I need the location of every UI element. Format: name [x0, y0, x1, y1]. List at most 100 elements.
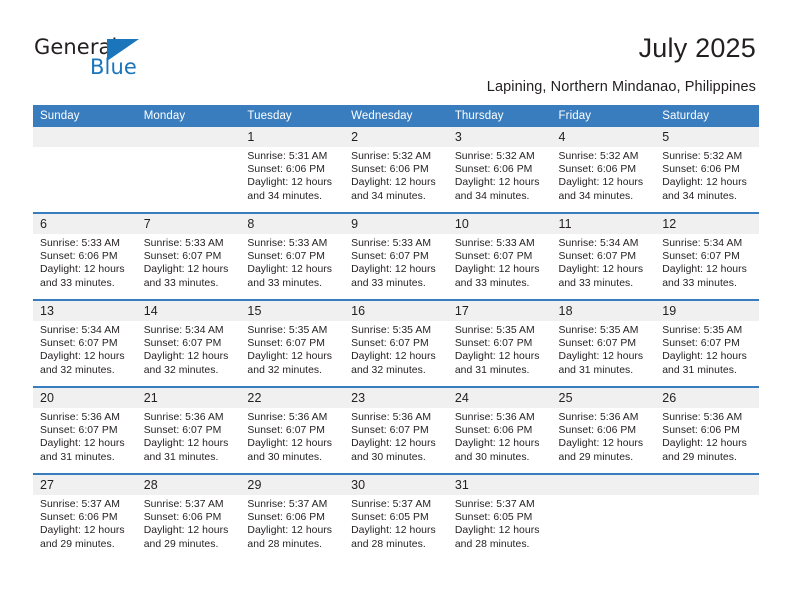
day-number-cell[interactable]: 6 — [33, 212, 137, 234]
day-number-cell[interactable]: 31 — [447, 473, 552, 495]
daylight-text-line1: Daylight: 12 hours — [143, 438, 229, 450]
day-number-cell[interactable]: 18 — [551, 299, 656, 321]
sunrise-text: Sunrise: 5:34 AM — [662, 238, 743, 249]
daylight-text-line2: and 31 minutes. — [40, 451, 115, 463]
daylight-text-line1: Daylight: 12 hours — [454, 264, 540, 276]
day-detail-cell: Sunrise: 5:37 AM Sunset: 6:06 PM Dayligh… — [240, 495, 345, 560]
general-blue-logo[interactable]: General Blue — [34, 36, 164, 82]
daylight-text-line2: and 33 minutes. — [662, 277, 737, 289]
day-detail-cell: Sunrise: 5:32 AM Sunset: 6:06 PM Dayligh… — [551, 147, 656, 213]
sunset-text: Sunset: 6:05 PM — [454, 512, 533, 524]
day-detail-cell: Sunrise: 5:32 AM Sunset: 6:06 PM Dayligh… — [447, 147, 552, 213]
sunrise-text: Sunrise: 5:34 AM — [143, 325, 224, 336]
weekday-header-sunday: Sunday — [33, 105, 137, 127]
sunrise-text: Sunrise: 5:35 AM — [662, 325, 743, 336]
day-number-cell[interactable]: 21 — [136, 386, 241, 408]
daylight-text-line1: Daylight: 12 hours — [454, 177, 540, 189]
day-number-cell[interactable] — [655, 473, 759, 495]
day-number-cell[interactable]: 29 — [240, 473, 345, 495]
day-number-cell[interactable]: 3 — [447, 127, 552, 147]
daylight-text-line1: Daylight: 12 hours — [247, 438, 333, 450]
sunset-text: Sunset: 6:07 PM — [351, 425, 429, 437]
sunrise-text: Sunrise: 5:37 AM — [247, 499, 328, 510]
day-number-cell[interactable]: 4 — [551, 127, 656, 147]
daylight-text-line1: Daylight: 12 hours — [351, 438, 436, 450]
daylight-text-line1: Daylight: 12 hours — [662, 351, 747, 363]
sunrise-text: Sunrise: 5:33 AM — [351, 238, 432, 249]
day-number-cell[interactable]: 14 — [136, 299, 241, 321]
daylight-text-line2: and 32 minutes. — [351, 364, 426, 376]
week-detail-row: Sunrise: 5:33 AM Sunset: 6:06 PM Dayligh… — [33, 234, 759, 300]
day-detail-cell: Sunrise: 5:35 AM Sunset: 6:07 PM Dayligh… — [551, 321, 656, 387]
sunset-text: Sunset: 6:07 PM — [558, 338, 637, 350]
day-number-cell[interactable]: 22 — [240, 386, 345, 408]
daylight-text-line1: Daylight: 12 hours — [662, 177, 747, 189]
day-number-cell[interactable]: 10 — [447, 212, 552, 234]
weekday-header-tuesday: Tuesday — [240, 105, 345, 127]
day-number-cell[interactable]: 19 — [655, 299, 759, 321]
sunset-text: Sunset: 6:05 PM — [351, 512, 429, 524]
daylight-text-line1: Daylight: 12 hours — [454, 351, 540, 363]
day-detail-cell: Sunrise: 5:37 AM Sunset: 6:05 PM Dayligh… — [447, 495, 552, 560]
day-detail-cell: Sunrise: 5:35 AM Sunset: 6:07 PM Dayligh… — [447, 321, 552, 387]
sunset-text: Sunset: 6:06 PM — [40, 512, 118, 524]
day-number-cell[interactable]: 28 — [136, 473, 241, 495]
sunrise-text: Sunrise: 5:35 AM — [247, 325, 328, 336]
day-number-cell[interactable] — [33, 127, 137, 147]
day-number-cell[interactable]: 26 — [655, 386, 759, 408]
day-number-cell[interactable]: 12 — [655, 212, 759, 234]
daylight-text-line1: Daylight: 12 hours — [40, 525, 125, 537]
day-number-cell[interactable]: 7 — [136, 212, 241, 234]
daylight-text-line2: and 32 minutes. — [40, 364, 115, 376]
page-subtitle-location: Lapining, Northern Mindanao, Philippines — [486, 79, 756, 95]
day-number-cell[interactable]: 23 — [344, 386, 448, 408]
day-number-cell[interactable]: 27 — [33, 473, 137, 495]
day-number-cell[interactable]: 20 — [33, 386, 137, 408]
sunset-text: Sunset: 6:07 PM — [662, 251, 740, 263]
day-number-cell[interactable] — [136, 127, 241, 147]
sunrise-text: Sunrise: 5:33 AM — [40, 238, 120, 249]
daylight-text-line1: Daylight: 12 hours — [143, 351, 229, 363]
daylight-text-line1: Daylight: 12 hours — [40, 351, 125, 363]
day-number-cell[interactable]: 24 — [447, 386, 552, 408]
day-number-cell[interactable]: 11 — [551, 212, 656, 234]
sunset-text: Sunset: 6:06 PM — [662, 164, 740, 176]
weekday-header-saturday: Saturday — [655, 105, 759, 127]
sunrise-text: Sunrise: 5:36 AM — [558, 412, 639, 423]
sunrise-text: Sunrise: 5:37 AM — [454, 499, 535, 510]
day-number-cell[interactable]: 1 — [240, 127, 345, 147]
day-number-cell[interactable]: 16 — [344, 299, 448, 321]
sunset-text: Sunset: 6:07 PM — [143, 251, 222, 263]
logo-text-blue: Blue — [90, 55, 137, 79]
day-detail-cell: Sunrise: 5:36 AM Sunset: 6:06 PM Dayligh… — [655, 408, 759, 474]
sunrise-text: Sunrise: 5:36 AM — [143, 412, 224, 423]
day-number-cell[interactable]: 30 — [344, 473, 448, 495]
daylight-text-line1: Daylight: 12 hours — [143, 264, 229, 276]
sunrise-text: Sunrise: 5:35 AM — [558, 325, 639, 336]
daylight-text-line1: Daylight: 12 hours — [247, 177, 333, 189]
daylight-text-line2: and 30 minutes. — [454, 451, 530, 463]
day-number-cell[interactable]: 15 — [240, 299, 345, 321]
week-detail-row: Sunrise: 5:37 AM Sunset: 6:06 PM Dayligh… — [33, 495, 759, 560]
day-number-cell[interactable]: 2 — [344, 127, 448, 147]
daylight-text-line1: Daylight: 12 hours — [454, 525, 540, 537]
day-number-cell[interactable]: 8 — [240, 212, 345, 234]
sunrise-sunset-calendar-table: Sunday Monday Tuesday Wednesday Thursday… — [33, 105, 759, 560]
week-daynumber-row: 6 7 8 9 10 11 12 — [33, 212, 759, 234]
daylight-text-line1: Daylight: 12 hours — [351, 264, 436, 276]
day-number-cell[interactable]: 17 — [447, 299, 552, 321]
sunrise-text: Sunrise: 5:36 AM — [351, 412, 432, 423]
week-daynumber-row: 20 21 22 23 24 25 26 — [33, 386, 759, 408]
day-number-cell[interactable]: 5 — [655, 127, 759, 147]
daylight-text-line2: and 34 minutes. — [351, 190, 426, 202]
sunrise-text: Sunrise: 5:37 AM — [143, 499, 224, 510]
sunrise-text: Sunrise: 5:33 AM — [143, 238, 224, 249]
day-detail-cell: Sunrise: 5:33 AM Sunset: 6:06 PM Dayligh… — [33, 234, 137, 300]
day-detail-cell: Sunrise: 5:33 AM Sunset: 6:07 PM Dayligh… — [136, 234, 241, 300]
day-number-cell[interactable]: 9 — [344, 212, 448, 234]
day-number-cell[interactable]: 25 — [551, 386, 656, 408]
sunrise-text: Sunrise: 5:32 AM — [662, 151, 743, 162]
sunset-text: Sunset: 6:07 PM — [454, 251, 533, 263]
day-number-cell[interactable] — [551, 473, 656, 495]
day-number-cell[interactable]: 13 — [33, 299, 137, 321]
